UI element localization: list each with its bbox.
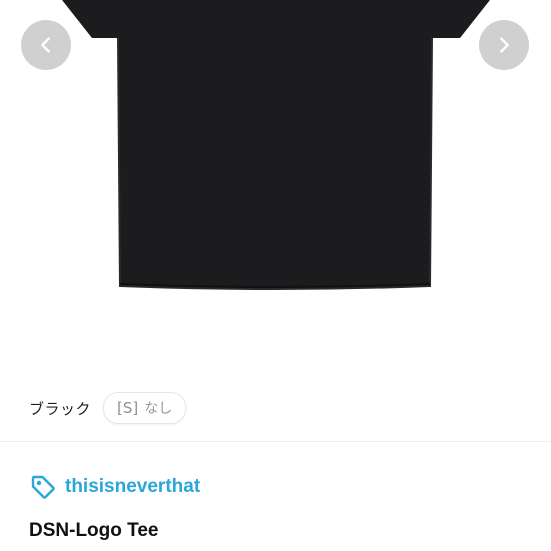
size-value: [S] xyxy=(117,399,139,417)
stock-status: なし xyxy=(144,401,173,417)
brand-name: thisisneverthat xyxy=(65,476,201,497)
chevron-left-icon xyxy=(41,37,50,53)
next-image-button[interactable] xyxy=(479,20,529,70)
previous-image-button[interactable] xyxy=(21,20,71,70)
brand-link[interactable]: thisisneverthat xyxy=(29,472,200,502)
section-divider xyxy=(0,441,551,442)
product-page: ブラック [S] なし thisisneverthat DSN-Logo Tee xyxy=(0,0,551,551)
chevron-right-icon xyxy=(500,37,509,53)
product-image-carousel[interactable] xyxy=(0,0,551,372)
product-options: ブラック [S] なし xyxy=(29,392,187,424)
color-label: ブラック xyxy=(29,399,92,418)
product-image xyxy=(62,0,490,290)
tag-icon xyxy=(31,475,55,499)
product-title: DSN-Logo Tee xyxy=(29,520,159,541)
size-option-chip[interactable]: [S] なし xyxy=(103,392,187,424)
